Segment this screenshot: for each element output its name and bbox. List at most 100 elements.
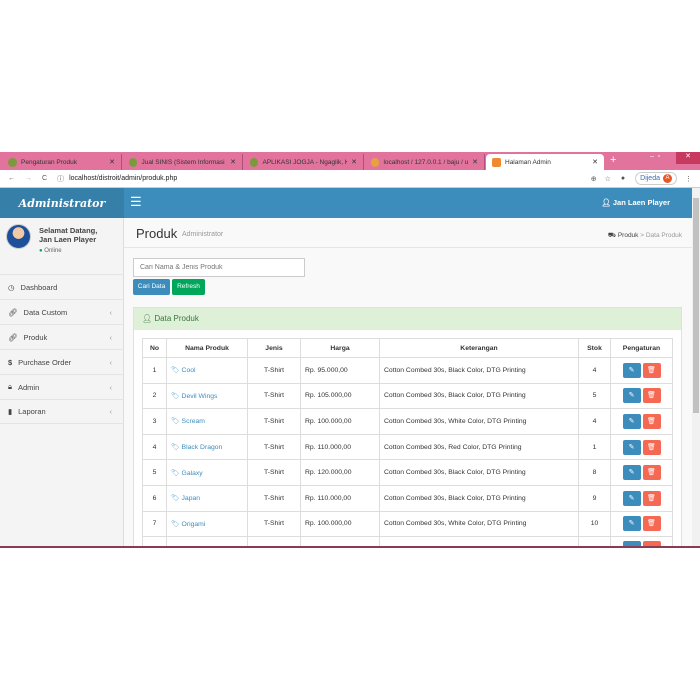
edit-button[interactable]: ✎	[622, 413, 641, 429]
browser-tab-active[interactable]: Halaman Admin ✕	[486, 154, 604, 170]
sidebar-item-produk[interactable]: 🔗︎ Produk ‹	[0, 324, 124, 349]
cell-actions: ✎ 🗑︎	[610, 459, 673, 486]
tab-title: localhost / 127.0.0.1 / baju / u...	[383, 158, 469, 166]
product-link[interactable]: 🏷︎ Cool	[171, 367, 196, 374]
edit-button[interactable]: ✎	[622, 388, 641, 404]
table-row: 3 🏷︎ Scream T-Shirt Rp. 100.000,00 Cotto…	[142, 408, 673, 435]
tab-title: Pengaturan Produk	[21, 158, 78, 166]
product-name: Japan	[181, 495, 201, 503]
extension-icon[interactable]: ●	[621, 175, 625, 182]
delete-button[interactable]: 🗑︎	[642, 439, 661, 455]
tab-title: Jual SINIS (Sistem Informasi Ni...	[141, 158, 226, 166]
delete-button[interactable]: 🗑︎	[642, 516, 661, 532]
delete-button[interactable]: 🗑︎	[642, 362, 661, 378]
cell-keterangan: Cotton Combed 30s, White Color, DTG Prin…	[379, 408, 579, 435]
product-name: Cool	[181, 367, 196, 375]
product-link[interactable]: 🏷︎ Scream	[171, 418, 205, 425]
cell-no: 4	[142, 433, 167, 461]
favicon-icon	[371, 157, 380, 167]
zoom-icon[interactable]: ⊕	[591, 175, 597, 183]
edit-button[interactable]: ✎	[622, 439, 641, 455]
user-icon: 👤︎	[142, 314, 153, 323]
cell-harga: Rp. 110.000,00	[300, 433, 380, 461]
cell-jenis: T-Shirt	[247, 382, 301, 410]
close-icon[interactable]: ✕	[472, 158, 478, 166]
hamburger-menu-icon[interactable]: ☰	[130, 195, 142, 208]
product-link[interactable]: 🏷︎ Devil Wings	[171, 393, 217, 400]
delete-button[interactable]: 🗑︎	[642, 490, 661, 506]
table-row: 7 🏷︎ Origami T-Shirt Rp. 100.000,00 Cott…	[142, 510, 673, 538]
forward-icon[interactable]: →	[25, 175, 32, 182]
edit-button[interactable]: ✎	[622, 465, 641, 481]
close-icon[interactable]: ✕	[351, 158, 357, 166]
edit-button[interactable]: ✎	[622, 362, 641, 378]
sidebar-item-data-custom[interactable]: 🔗︎ Data Custom ‹	[0, 299, 124, 324]
scrollbar[interactable]	[692, 188, 700, 547]
cell-jenis: T-Shirt	[247, 459, 301, 486]
tag-icon: 🏷︎	[171, 495, 180, 503]
address-bar: ← → C ⓘ localhost/distroit/admin/produk.…	[0, 170, 700, 188]
search-button[interactable]: Cari Data	[133, 279, 170, 295]
cell-keterangan: Cotton Combed 30s, Black Color, DTG Prin…	[379, 382, 579, 410]
browser-tab[interactable]: Jual SINIS (Sistem Informasi Ni... ✕	[123, 154, 243, 170]
search-input[interactable]	[133, 258, 305, 277]
sidebar-item-label: Dashboard	[20, 282, 58, 292]
cell-harga: Rp. 95.000,00	[300, 357, 380, 384]
edit-button[interactable]: ✎	[622, 490, 641, 506]
close-icon[interactable]: ✕	[230, 158, 236, 166]
link-icon: 🔗︎	[8, 332, 18, 342]
edit-button[interactable]: ✎	[622, 516, 641, 532]
link-icon: 🔗︎	[8, 307, 18, 317]
user-icon: 👤︎	[601, 198, 613, 207]
menu-icon[interactable]: ⋮	[685, 175, 692, 183]
user-menu[interactable]: 👤︎ Jan Laen Player	[601, 198, 670, 207]
cell-stok: 4	[578, 357, 611, 384]
sidebar-item-laporan[interactable]: ▮ Laporan ‹	[0, 399, 124, 424]
product-name: Scream	[181, 418, 205, 426]
reload-icon[interactable]: C	[42, 175, 47, 182]
window-close-button[interactable]: ✕	[676, 152, 700, 164]
cell-actions: ✎ 🗑︎	[610, 357, 673, 384]
delete-button[interactable]: 🗑︎	[642, 413, 661, 429]
profile-button[interactable]: Dijeda A	[635, 172, 677, 185]
url-input[interactable]: localhost/distroit/admin/produk.php	[69, 175, 177, 182]
close-icon[interactable]: ✕	[592, 158, 598, 166]
star-icon[interactable]: ☆	[605, 175, 611, 183]
scrollbar-thumb[interactable]	[693, 198, 699, 413]
product-link[interactable]: 🏷︎ Black Dragon	[171, 444, 222, 451]
chevron-left-icon: ‹	[109, 382, 113, 392]
window-controls[interactable]: – ▫	[650, 153, 662, 160]
browser-tab[interactable]: APLIKASI JOGJA - Ngaglik, Kab...✕	[244, 154, 364, 170]
sidebar-item-admin[interactable]: 🔒︎ Admin ‹	[0, 374, 124, 399]
back-icon[interactable]: ←	[8, 175, 15, 182]
col-header: No	[142, 338, 167, 358]
product-name: Devil Wings	[181, 392, 218, 400]
favicon-icon	[129, 157, 138, 167]
profile-avatar: A	[663, 174, 672, 183]
refresh-button[interactable]: Refresh	[172, 279, 205, 295]
product-link[interactable]: 🏷︎ Origami	[171, 521, 205, 528]
delete-button[interactable]: 🗑︎	[642, 465, 661, 481]
tab-title: Halaman Admin	[505, 158, 551, 166]
product-link[interactable]: 🏷︎ Galaxy	[171, 470, 203, 477]
breadcrumb-produk[interactable]: Produk	[618, 232, 639, 239]
tag-icon: 🏷︎	[171, 418, 180, 426]
sidebar-item-dashboard[interactable]: ◷ Dashboard	[0, 274, 124, 299]
browser-tab[interactable]: localhost / 127.0.0.1 / baju / u... ✕	[365, 154, 485, 170]
cell-harga: Rp. 120.000,00	[300, 459, 380, 486]
close-icon[interactable]: ✕	[109, 158, 115, 166]
product-link[interactable]: 🏷︎ Japan	[171, 495, 200, 502]
tag-icon: 🏷︎	[171, 469, 180, 477]
product-name: Galaxy	[181, 469, 203, 477]
product-table: No Nama Produk Jenis Harga Keterangan St…	[142, 338, 673, 547]
dashboard-icon: ⛟	[607, 232, 617, 239]
chevron-left-icon: ‹	[109, 307, 113, 317]
sidebar-item-purchase-order[interactable]: $ Purchase Order ‹	[0, 349, 124, 374]
browser-tab[interactable]: Pengaturan Produk ✕	[2, 154, 122, 170]
new-tab-button[interactable]: +	[610, 154, 616, 166]
logo[interactable]: Administrator	[0, 188, 124, 218]
chevron-left-icon: ‹	[109, 357, 113, 367]
favicon-icon	[250, 157, 259, 167]
cell-actions: ✎ 🗑︎	[610, 510, 673, 538]
delete-button[interactable]: 🗑︎	[642, 388, 661, 404]
